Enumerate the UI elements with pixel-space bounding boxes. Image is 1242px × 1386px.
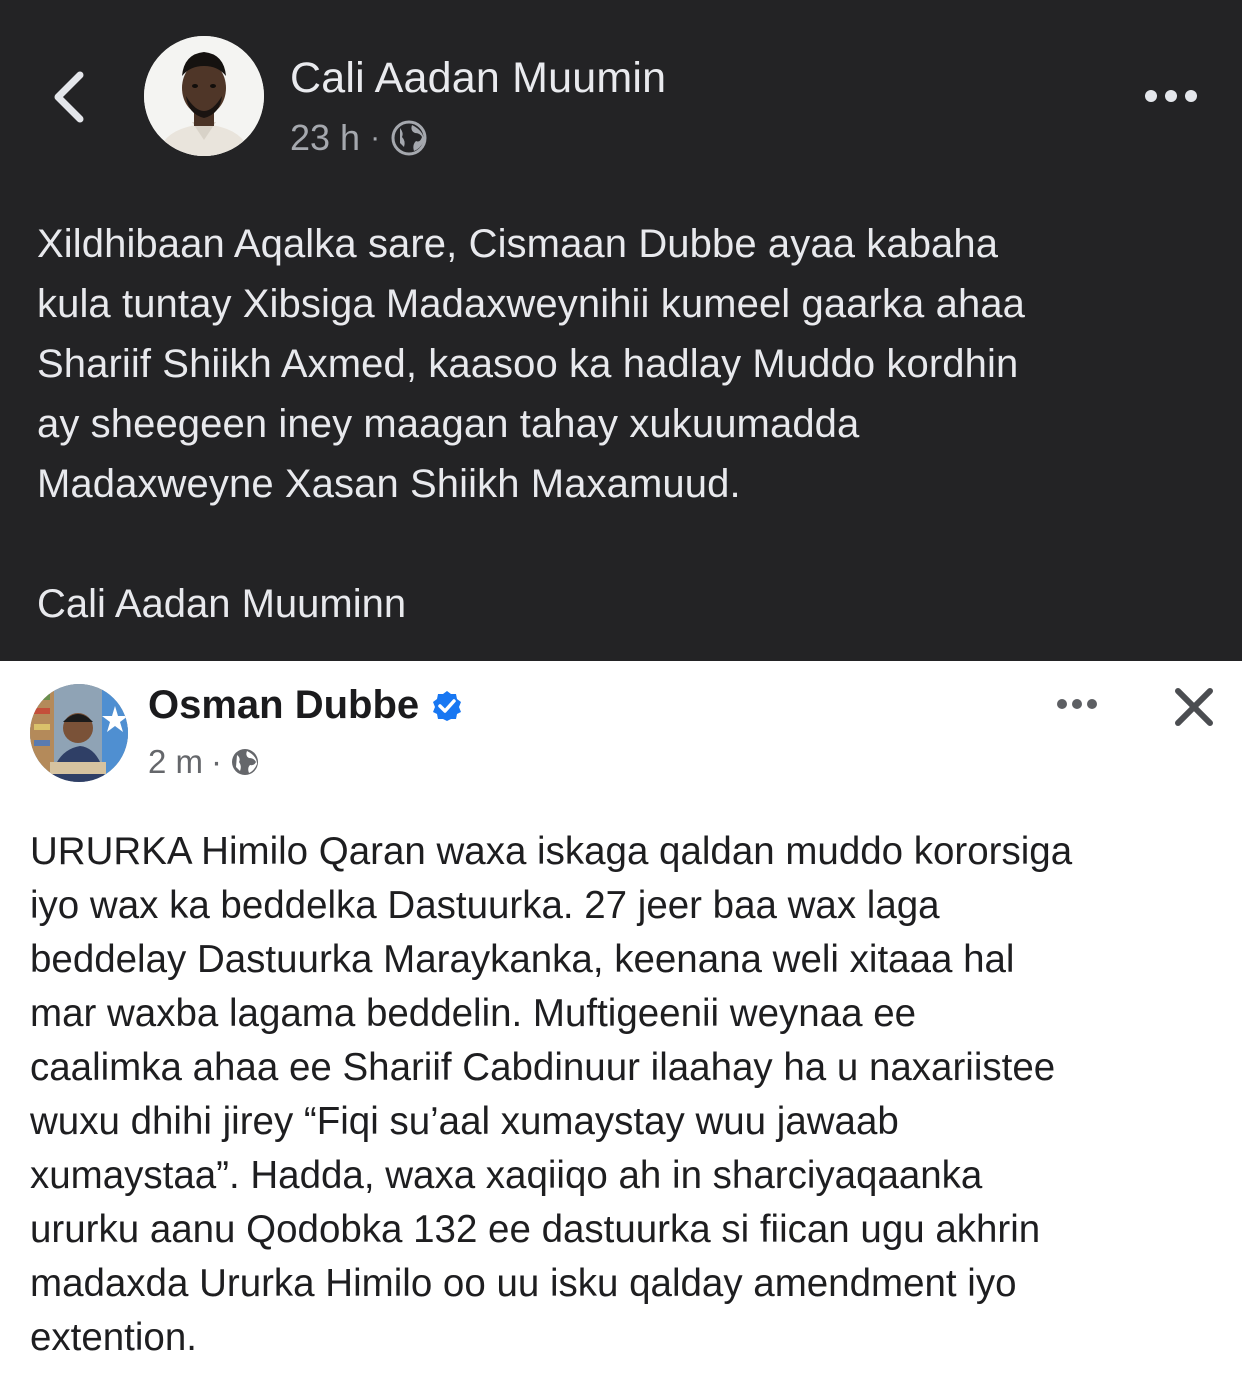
shared-screenshot[interactable]: Osman Dubbe 2 m · URURKA Himilo Qaran wa…	[0, 661, 1242, 1386]
shared-body-line: iyo wax ka beddelka Dastuurka. 27 jeer b…	[30, 884, 940, 927]
author-avatar[interactable]	[144, 36, 264, 156]
meta-separator: ·	[211, 743, 223, 780]
shared-author-avatar	[30, 684, 128, 782]
post-body-line: Madaxweyne Xasan Shiikh Maxamuud.	[37, 462, 741, 506]
post-body: Xildhibaan Aqalka sare, Cismaan Dubbe ay…	[37, 214, 1217, 514]
more-horizontal-icon	[1057, 699, 1097, 709]
shared-body-line: xumaystaa”. Hadda, waxa xaqiiqo ah in sh…	[30, 1154, 983, 1197]
shared-close-button	[1166, 679, 1222, 735]
chevron-left-icon	[54, 71, 84, 123]
back-button[interactable]	[40, 62, 100, 132]
shared-body-line: madaxda Ururka Himilo oo uu isku qalday …	[30, 1262, 1017, 1305]
shared-author-name[interactable]: Osman Dubbe	[148, 683, 419, 728]
shared-body-line: wuxu dhihi jirey “Fiqi su’aal xumaystay …	[30, 1100, 899, 1143]
shared-post-time: 2 m	[148, 743, 204, 780]
more-horizontal-icon	[1145, 90, 1197, 102]
shared-body-line: caalimka ahaa ee Shariif Cabdinuur ilaah…	[30, 1046, 1056, 1089]
verified-badge-icon	[431, 690, 463, 722]
post-body-line: ay sheegeen iney maagan tahay xukuumadda	[37, 402, 860, 446]
more-options-button[interactable]	[1138, 76, 1204, 116]
shared-more-options	[1052, 689, 1102, 719]
shared-body-line: extention.	[30, 1316, 197, 1359]
shared-body-line: mar waxba lagama beddelin. Muftigeenii w…	[30, 992, 917, 1035]
shared-post-meta: 2 m ·	[148, 743, 260, 781]
close-icon	[1175, 688, 1213, 726]
post-body-line: Xildhibaan Aqalka sare, Cismaan Dubbe ay…	[37, 222, 999, 266]
post-body-line: kula tuntay Xibsiga Madaxweynihii kumeel…	[37, 282, 1025, 326]
shared-body-line: beddelay Dastuurka Maraykanka, keenana w…	[30, 938, 1015, 981]
meta-separator: ·	[370, 121, 381, 154]
post-meta: 23 h ·	[290, 116, 428, 160]
author-name[interactable]: Cali Aadan Muumin	[290, 54, 666, 103]
post-signature: Cali Aadan Muuminn	[37, 582, 407, 626]
post-time[interactable]: 23 h	[290, 117, 360, 159]
avatar-photo	[144, 36, 264, 156]
shared-post-body: URURKA Himilo Qaran waxa iskaga qaldan m…	[30, 825, 1230, 1365]
shared-body-line: URURKA Himilo Qaran waxa iskaga qaldan m…	[30, 830, 1073, 873]
globe-icon	[232, 749, 259, 775]
shared-body-line: ururku aanu Qodobka 132 ee dastuurka si …	[30, 1208, 1041, 1251]
shared-author-header: Osman Dubbe	[148, 683, 463, 728]
facebook-post: Cali Aadan Muumin 23 h · Xildhibaan Aqal…	[0, 0, 1242, 661]
globe-icon	[391, 120, 427, 156]
post-body-line: Shariif Shiikh Axmed, kaasoo ka hadlay M…	[37, 342, 1019, 386]
avatar-photo	[30, 684, 128, 782]
